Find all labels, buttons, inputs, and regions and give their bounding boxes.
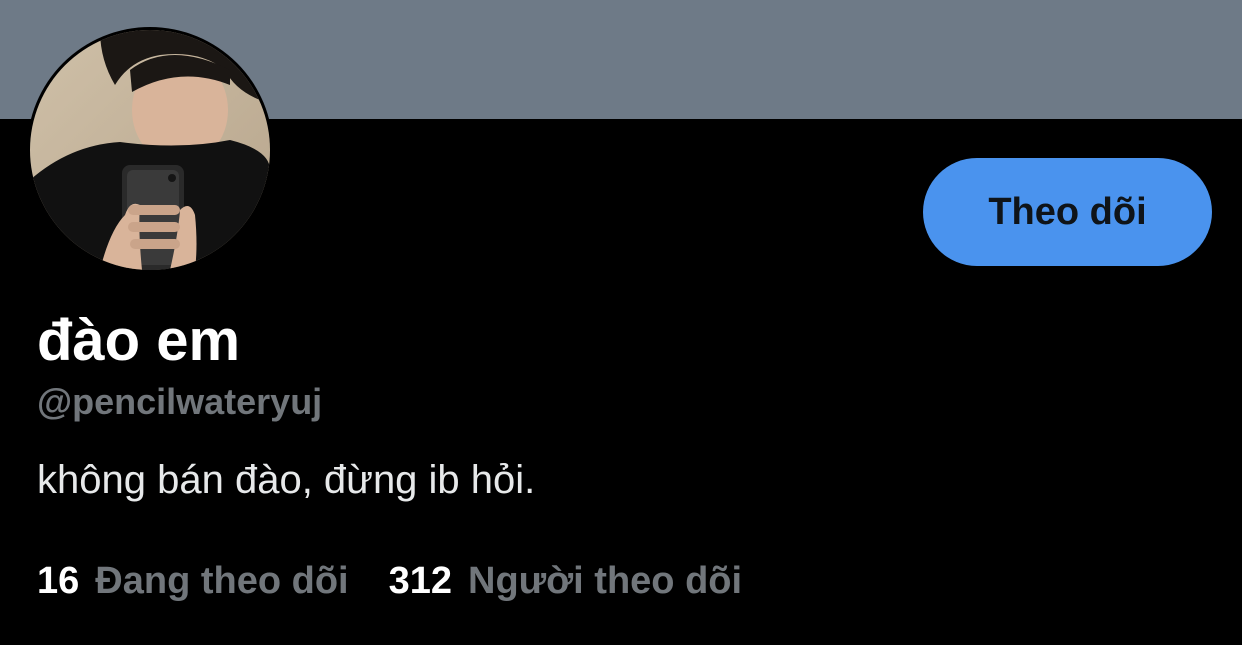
following-label: Đang theo dõi [95, 560, 349, 602]
followers-label: Người theo dõi [468, 560, 743, 602]
profile-avatar[interactable] [27, 27, 273, 273]
avatar-photo [30, 30, 270, 270]
following-count: 16 [37, 560, 80, 602]
profile-display-name: đào em [37, 308, 241, 373]
profile-stats: 16 Đang theo dõi 312 Người theo dõi [37, 555, 742, 607]
follow-button[interactable]: Theo dõi [923, 158, 1212, 266]
following-link[interactable]: 16 Đang theo dõi [37, 555, 349, 607]
profile-bio: không bán đào, đừng ib hỏi. [37, 458, 536, 502]
followers-link[interactable]: 312 Người theo dõi [389, 555, 742, 607]
profile-handle: @pencilwateryuj [37, 381, 323, 422]
followers-count: 312 [388, 560, 452, 602]
